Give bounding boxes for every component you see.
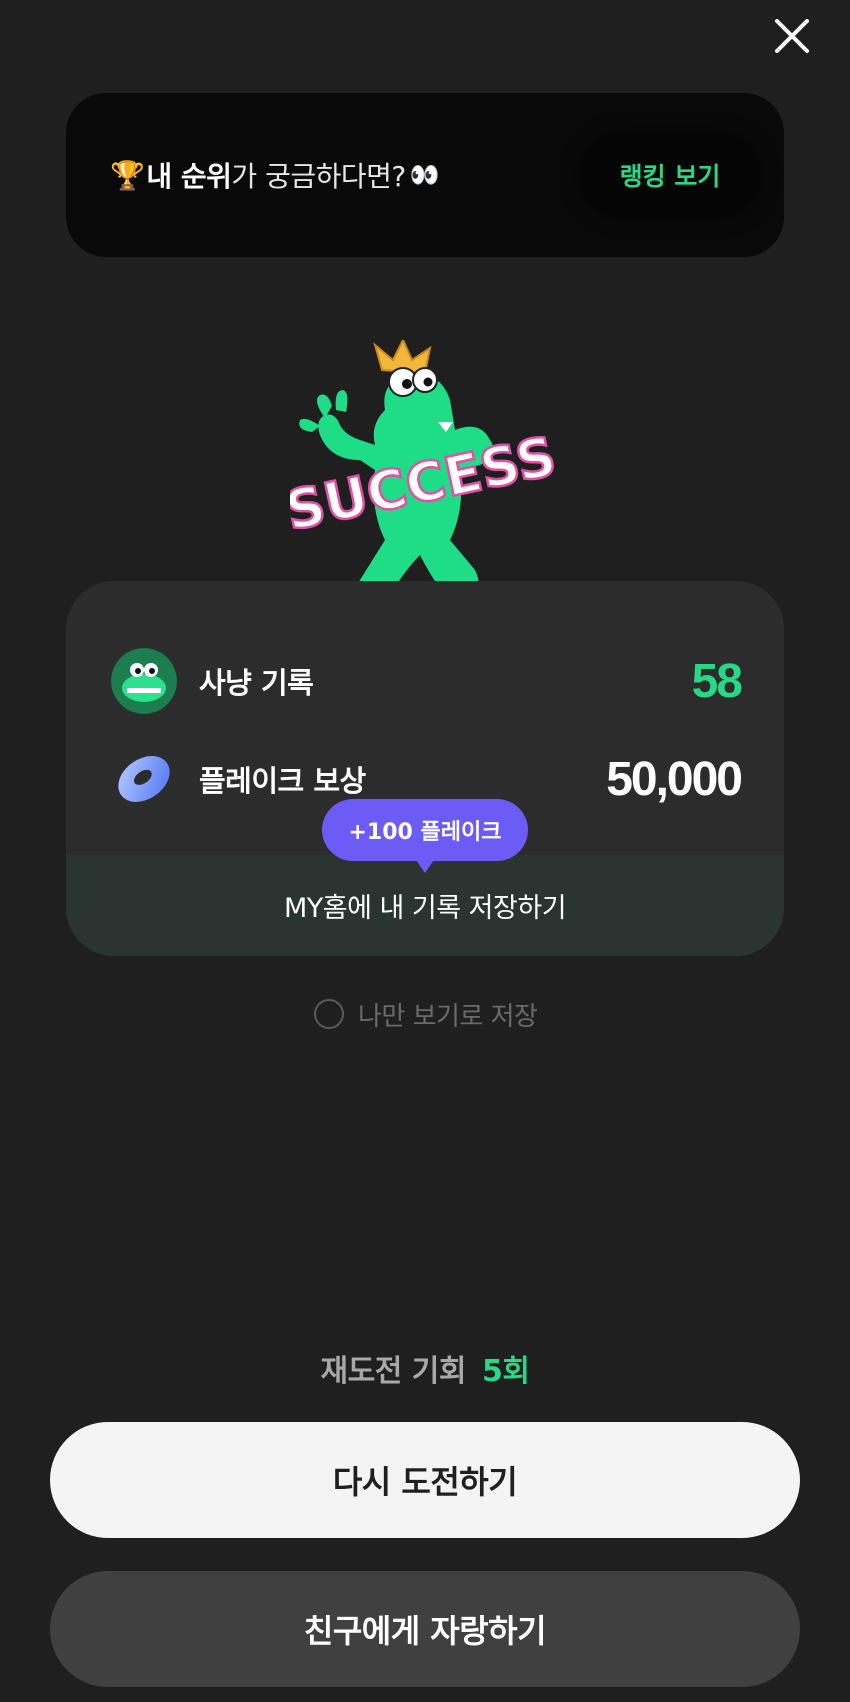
- retry-chances-label: 재도전 기회: [320, 1354, 467, 1389]
- retry-chances-count: 5회: [481, 1354, 530, 1389]
- close-icon: [775, 19, 809, 53]
- retry-chances: 재도전 기회 5회: [0, 1346, 850, 1390]
- hunt-record-value: 58: [691, 654, 743, 708]
- retry-button[interactable]: 다시 도전하기: [50, 1422, 800, 1538]
- close-button[interactable]: [772, 16, 812, 56]
- private-save-radio[interactable]: [314, 999, 344, 1029]
- view-ranking-button[interactable]: 랭킹 보기: [580, 133, 760, 217]
- eyes-icon: 👀: [409, 161, 440, 189]
- trophy-icon: 🏆: [110, 158, 145, 192]
- ranking-banner: 🏆 내 순위 가 궁금하다면? 👀 랭킹 보기: [66, 93, 784, 257]
- share-button[interactable]: 친구에게 자랑하기: [50, 1571, 800, 1687]
- flake-reward-label: 플레이크 보상: [199, 764, 366, 798]
- private-save-option[interactable]: 나만 보기로 저장: [314, 997, 538, 1032]
- result-card: 사냥 기록 58 플레이크 보상 50,000 +100 플레이크 MY홈에 내…: [66, 581, 784, 956]
- flake-donut-icon: [118, 756, 170, 802]
- ranking-prompt: 🏆 내 순위 가 궁금하다면? 👀: [110, 93, 440, 257]
- croc-avatar-icon: [111, 648, 177, 714]
- ranking-prompt-rest: 가 궁금하다면?: [231, 160, 406, 193]
- bonus-flake-badge: +100 플레이크: [322, 799, 528, 873]
- private-save-label: 나만 보기로 저장: [358, 1001, 538, 1032]
- flake-reward-value: 50,000: [606, 752, 743, 806]
- success-mascot-icon: SUCCESS: [290, 340, 560, 605]
- hunt-record-row: 사냥 기록 58: [111, 646, 743, 716]
- ranking-prompt-strong: 내 순위: [146, 160, 232, 193]
- hunt-record-label: 사냥 기록: [199, 666, 314, 700]
